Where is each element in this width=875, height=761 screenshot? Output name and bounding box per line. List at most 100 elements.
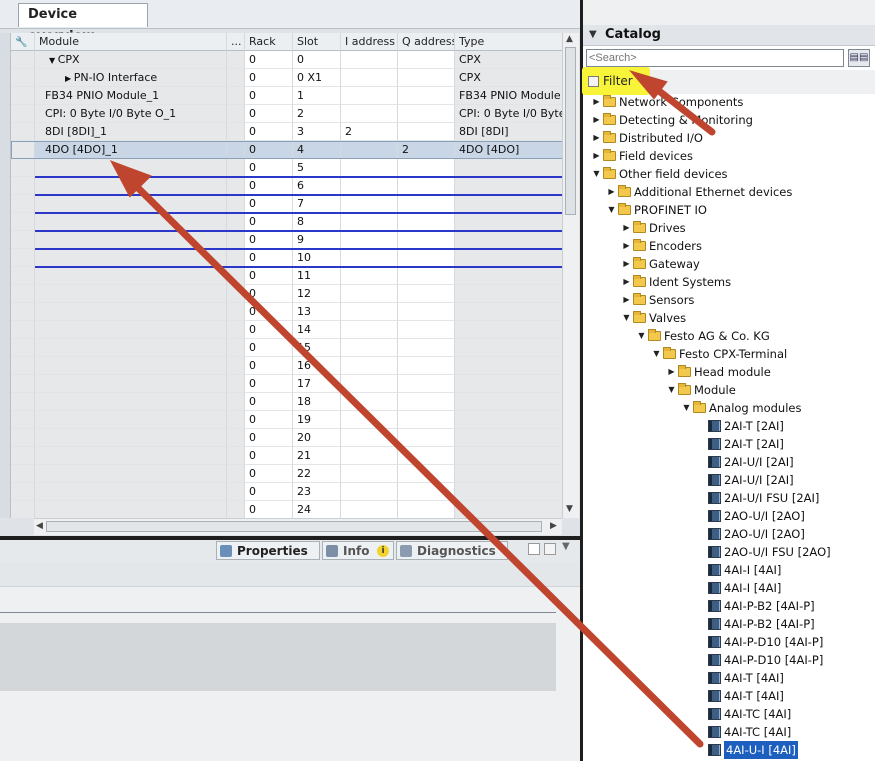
collapse-icon[interactable]: ▼ bbox=[607, 201, 616, 219]
tab-info[interactable]: Info i bbox=[322, 541, 394, 560]
cell-module[interactable]: FB34 PNIO Module_1 bbox=[35, 87, 227, 105]
scroll-up-icon[interactable]: ▲ bbox=[566, 34, 573, 44]
cell-rack[interactable]: 0 bbox=[245, 285, 293, 303]
cell-extra[interactable] bbox=[227, 87, 245, 105]
cell-q-address[interactable] bbox=[398, 267, 455, 285]
catalog-module-item[interactable]: 4AI-TC [4AI] bbox=[697, 723, 870, 741]
collapse-icon[interactable]: ▼ bbox=[652, 345, 661, 363]
cell-i-address[interactable] bbox=[341, 141, 398, 159]
cell-slot[interactable]: 0 bbox=[293, 51, 341, 69]
cell-module[interactable] bbox=[35, 447, 227, 465]
catalog-module-item[interactable]: 4AI-P-D10 [4AI-P] bbox=[697, 633, 870, 651]
cell-slot[interactable]: 23 bbox=[293, 483, 341, 501]
row-header[interactable] bbox=[11, 339, 35, 357]
expand-icon[interactable]: ▶ bbox=[592, 147, 601, 165]
catalog-module-item[interactable]: 4AI-TC [4AI] bbox=[697, 705, 870, 723]
expand-icon[interactable]: ▶ bbox=[607, 183, 616, 201]
catalog-folder-item[interactable]: ▼ Festo CPX-Terminal bbox=[652, 345, 870, 363]
cell-q-address[interactable] bbox=[398, 375, 455, 393]
cell-i-address[interactable] bbox=[341, 501, 398, 518]
cell-extra[interactable] bbox=[227, 141, 245, 159]
cell-rack[interactable]: 0 bbox=[245, 87, 293, 105]
cell-module[interactable]: 4DO [4DO]_1 bbox=[35, 141, 227, 159]
cell-module[interactable] bbox=[35, 465, 227, 483]
cell-extra[interactable] bbox=[227, 267, 245, 285]
cell-rack[interactable]: 0 bbox=[245, 447, 293, 465]
catalog-folder-item[interactable]: ▼ Module bbox=[667, 381, 870, 399]
cell-module[interactable] bbox=[35, 483, 227, 501]
cell-slot[interactable]: 14 bbox=[293, 321, 341, 339]
cell-extra[interactable] bbox=[227, 105, 245, 123]
cell-rack[interactable]: 0 bbox=[245, 501, 293, 518]
cell-module[interactable] bbox=[35, 501, 227, 518]
catalog-folder-item[interactable]: ▶ Gateway bbox=[622, 255, 870, 273]
cell-type[interactable] bbox=[455, 267, 563, 285]
cell-type[interactable]: CPI: 0 Byte I/0 Byte... bbox=[455, 105, 563, 123]
cell-module[interactable] bbox=[35, 303, 227, 321]
cell-i-address[interactable] bbox=[341, 375, 398, 393]
cell-rack[interactable]: 0 bbox=[245, 411, 293, 429]
row-header[interactable] bbox=[11, 375, 35, 393]
cell-i-address[interactable] bbox=[341, 213, 398, 231]
cell-slot[interactable]: 8 bbox=[293, 213, 341, 231]
cell-rack[interactable]: 0 bbox=[245, 249, 293, 267]
cell-q-address[interactable] bbox=[398, 249, 455, 267]
cell-q-address[interactable] bbox=[398, 303, 455, 321]
cell-q-address[interactable] bbox=[398, 465, 455, 483]
cell-module[interactable] bbox=[35, 267, 227, 285]
cell-rack[interactable]: 0 bbox=[245, 51, 293, 69]
cell-extra[interactable] bbox=[227, 123, 245, 141]
cell-i-address[interactable] bbox=[341, 195, 398, 213]
catalog-module-item[interactable]: 4AI-P-B2 [4AI-P] bbox=[697, 615, 870, 633]
row-header[interactable] bbox=[11, 501, 35, 518]
table-vertical-scrollbar[interactable]: ▲ ▼ bbox=[562, 33, 579, 518]
cell-q-address[interactable] bbox=[398, 285, 455, 303]
cell-extra[interactable] bbox=[227, 51, 245, 69]
cell-module[interactable] bbox=[35, 159, 227, 177]
catalog-module-item[interactable]: 2AO-U/I [2AO] bbox=[697, 507, 870, 525]
column-header[interactable]: Slot bbox=[293, 33, 341, 51]
cell-q-address[interactable] bbox=[398, 339, 455, 357]
cell-q-address[interactable] bbox=[398, 357, 455, 375]
expand-icon[interactable]: ▶ bbox=[622, 255, 631, 273]
cell-q-address[interactable] bbox=[398, 321, 455, 339]
catalog-module-item[interactable]: 4AI-I [4AI] bbox=[697, 561, 870, 579]
cell-extra[interactable] bbox=[227, 303, 245, 321]
expand-icon[interactable]: ▶ bbox=[622, 237, 631, 255]
cell-extra[interactable] bbox=[227, 411, 245, 429]
cell-module[interactable]: ▼ CPX bbox=[35, 51, 227, 69]
cell-slot[interactable]: 11 bbox=[293, 267, 341, 285]
column-header[interactable]: Module bbox=[35, 33, 227, 51]
catalog-header[interactable]: ▼ Catalog bbox=[583, 25, 875, 46]
cell-extra[interactable] bbox=[227, 213, 245, 231]
cell-q-address[interactable] bbox=[398, 87, 455, 105]
cell-slot[interactable]: 21 bbox=[293, 447, 341, 465]
cell-extra[interactable] bbox=[227, 159, 245, 177]
catalog-folder-item[interactable]: ▶ Sensors bbox=[622, 291, 870, 309]
cell-module[interactable] bbox=[35, 393, 227, 411]
expand-icon[interactable]: ▶ bbox=[592, 111, 601, 129]
cell-rack[interactable]: 0 bbox=[245, 123, 293, 141]
column-header[interactable]: Type bbox=[455, 33, 563, 51]
column-header[interactable]: ... bbox=[227, 33, 245, 51]
cell-q-address[interactable] bbox=[398, 429, 455, 447]
cell-extra[interactable] bbox=[227, 195, 245, 213]
cell-extra[interactable] bbox=[227, 177, 245, 195]
catalog-folder-item[interactable]: ▶ Distributed I/O bbox=[592, 129, 870, 147]
catalog-folder-item[interactable]: ▶ Ident Systems bbox=[622, 273, 870, 291]
vertical-scroll-thumb[interactable] bbox=[565, 47, 576, 215]
cell-q-address[interactable] bbox=[398, 123, 455, 141]
cell-i-address[interactable] bbox=[341, 339, 398, 357]
cell-rack[interactable]: 0 bbox=[245, 213, 293, 231]
cell-i-address[interactable] bbox=[341, 159, 398, 177]
cell-type[interactable] bbox=[455, 339, 563, 357]
cell-rack[interactable]: 0 bbox=[245, 429, 293, 447]
expand-icon[interactable]: ▶ bbox=[667, 363, 676, 381]
cell-slot[interactable]: 5 bbox=[293, 159, 341, 177]
expand-icon[interactable]: ▶ bbox=[592, 129, 601, 147]
restore-window-icon[interactable] bbox=[528, 543, 540, 555]
cell-slot[interactable]: 24 bbox=[293, 501, 341, 518]
catalog-module-item[interactable]: 2AI-U/I FSU [2AI] bbox=[697, 489, 870, 507]
scroll-down-icon[interactable]: ▼ bbox=[566, 504, 573, 514]
cell-module[interactable] bbox=[35, 285, 227, 303]
